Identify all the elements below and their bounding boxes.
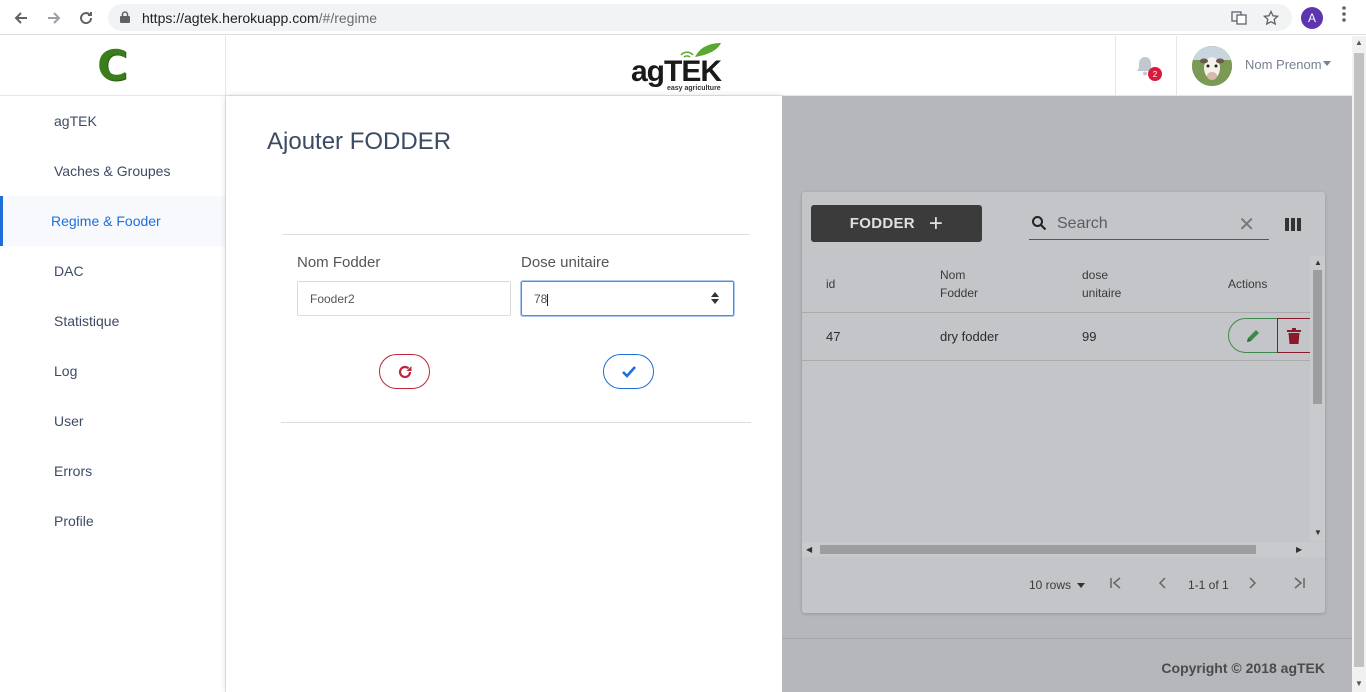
sidebar-item-profile[interactable]: Profile	[0, 496, 225, 546]
check-icon	[621, 365, 636, 378]
add-fodder-label: FODDER	[849, 215, 915, 232]
translate-icon[interactable]	[1229, 8, 1249, 28]
divider	[283, 234, 749, 235]
footer: Copyright © 2018 agTEK	[782, 638, 1352, 692]
cell-nom: dry fodder	[940, 329, 999, 344]
page-info: 1-1 of 1	[1188, 578, 1229, 592]
sidebar: C agTEK Vaches & Groupes Regime & Fooder…	[0, 36, 226, 692]
header-line: Nom	[940, 268, 966, 282]
nom-fodder-label: Nom Fodder	[297, 254, 381, 271]
search-icon	[1032, 216, 1047, 231]
logo-subtitle: easy agriculture	[667, 85, 721, 92]
url-text: https://agtek.herokuapp.com/#/regime	[142, 10, 378, 26]
page-title: Ajouter FODDER	[267, 128, 452, 155]
divider	[281, 422, 751, 423]
submit-button[interactable]	[603, 354, 654, 389]
header-line: Fodder	[940, 286, 979, 300]
dose-unitaire-input[interactable]: 78	[521, 281, 734, 316]
nom-fodder-input[interactable]: Fooder2	[297, 281, 511, 316]
search-input[interactable]: Search ✕	[1029, 208, 1269, 240]
clear-search-icon[interactable]: ✕	[1238, 212, 1255, 237]
chevron-down-icon	[1077, 583, 1086, 589]
chevron-down-icon[interactable]	[1323, 61, 1331, 66]
sidebar-brand[interactable]: C	[0, 36, 225, 96]
dose-unitaire-label: Dose unitaire	[521, 254, 610, 271]
search-placeholder: Search	[1057, 215, 1108, 232]
modal-backdrop[interactable]: FODDER + Search ✕ id Nom Fodder dose uni…	[782, 96, 1352, 692]
scroll-thumb[interactable]	[1313, 270, 1322, 404]
reset-button[interactable]	[379, 354, 430, 389]
forward-icon[interactable]	[42, 6, 66, 30]
copyright-text: Copyright © 2018 agTEK	[1161, 660, 1325, 676]
notifications-button[interactable]: 2	[1115, 36, 1177, 96]
notification-badge: 2	[1148, 67, 1162, 81]
scroll-thumb[interactable]	[1354, 53, 1364, 667]
sidebar-item-vaches-groupes[interactable]: Vaches & Groupes	[0, 146, 225, 196]
sidebar-item-user[interactable]: User	[0, 396, 225, 446]
dose-unitaire-value: 78	[534, 292, 548, 306]
column-header-id[interactable]: id	[826, 275, 835, 293]
sidebar-item-dac[interactable]: DAC	[0, 246, 225, 296]
bookmark-star-icon[interactable]	[1261, 8, 1281, 28]
column-header-nom-fodder[interactable]: Nom Fodder	[940, 266, 978, 302]
header-line: dose	[1082, 268, 1109, 282]
redo-icon	[398, 365, 411, 378]
number-spinner-icon[interactable]	[711, 291, 719, 305]
header-line: unitaire	[1082, 286, 1122, 300]
reload-icon[interactable]	[74, 6, 98, 30]
address-bar[interactable]: https://agtek.herokuapp.com/#/regime	[108, 4, 1292, 31]
fodder-table-card: FODDER + Search ✕ id Nom Fodder dose uni…	[802, 192, 1325, 613]
logo-text: agTEK	[631, 55, 722, 88]
row-divider	[802, 360, 1310, 361]
sidebar-item-errors[interactable]: Errors	[0, 446, 225, 496]
plus-icon: +	[928, 209, 944, 237]
sidebar-item-log[interactable]: Log	[0, 346, 225, 396]
agtek-logo[interactable]: agTEK easy agriculture	[631, 41, 722, 92]
window-scrollbar[interactable]: ▲ ▼	[1352, 36, 1366, 692]
previous-page-icon[interactable]	[1157, 575, 1169, 591]
brand-logo: C	[97, 40, 128, 90]
edit-button[interactable]	[1228, 318, 1278, 353]
user-avatar[interactable]	[1192, 46, 1232, 86]
top-header: agTEK easy agriculture 2 Nom Prenom	[226, 36, 1352, 96]
profile-avatar[interactable]: A	[1301, 7, 1323, 29]
sidebar-item-regime-fooder[interactable]: Regime & Fooder	[0, 196, 225, 246]
add-fodder-panel: Ajouter FODDER Nom Fodder Fooder2 Dose u…	[226, 96, 782, 692]
row-divider	[802, 312, 1310, 313]
column-header-dose-unitaire[interactable]: dose unitaire	[1082, 266, 1121, 302]
back-icon[interactable]	[9, 6, 33, 30]
sidebar-item-statistique[interactable]: Statistique	[0, 296, 225, 346]
pencil-icon	[1247, 329, 1259, 342]
user-name[interactable]: Nom Prenom	[1245, 57, 1322, 72]
last-page-icon[interactable]	[1292, 575, 1306, 591]
first-page-icon[interactable]	[1109, 575, 1123, 591]
scroll-thumb[interactable]	[820, 545, 1256, 554]
column-header-actions: Actions	[1228, 277, 1268, 291]
rows-per-page-value: 10 rows	[1029, 578, 1072, 592]
sidebar-item-agtek[interactable]: agTEK	[0, 96, 225, 146]
lock-icon	[120, 11, 130, 23]
columns-icon[interactable]	[1285, 218, 1301, 231]
table-vertical-scrollbar[interactable]: ▲ ▼	[1310, 256, 1325, 541]
cell-dose: 99	[1082, 329, 1097, 344]
add-fodder-button[interactable]: FODDER +	[811, 205, 982, 242]
delete-button[interactable]	[1277, 318, 1310, 353]
next-page-icon[interactable]	[1246, 575, 1258, 591]
cell-id: 47	[826, 329, 841, 344]
trash-icon	[1287, 327, 1301, 344]
browser-toolbar: https://agtek.herokuapp.com/#/regime A	[0, 0, 1366, 35]
table-horizontal-scrollbar[interactable]: ◀ ▶	[802, 542, 1325, 557]
browser-menu-icon[interactable]	[1336, 6, 1352, 28]
rows-per-page-select[interactable]: 10 rows	[1029, 578, 1086, 592]
